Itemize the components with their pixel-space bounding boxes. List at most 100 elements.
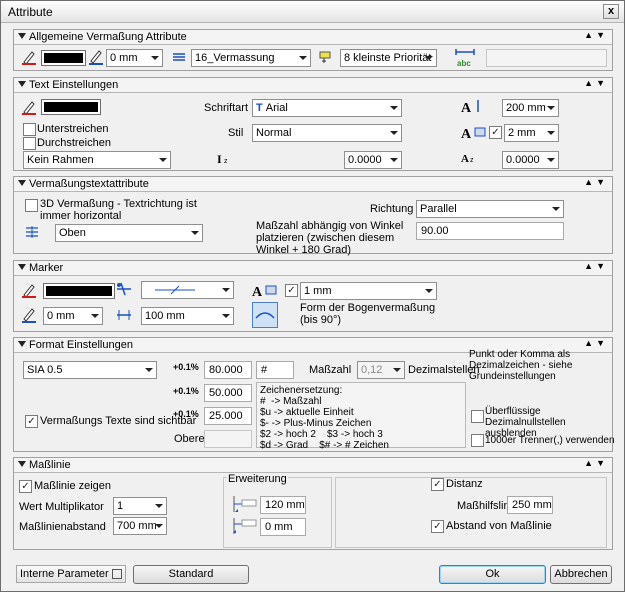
extension-label: Erweiterung [227,473,288,485]
panel-header[interactable]: Vermaßungstextattribute ▲▼ [14,177,612,192]
show-dimension-line-label: Maßlinie zeigen [34,480,112,492]
distance-from-line-label: Abstand von Maßlinie [446,520,552,532]
thousands-separator-label: 1000er Trenner(,) verwenden [485,435,615,446]
arc-dimension-icon[interactable] [252,302,278,328]
underline-checkbox[interactable] [23,123,36,136]
pen-color-icon [22,51,36,65]
collapse-arrow-icon[interactable] [18,180,26,186]
pen-color-swatch[interactable] [41,50,86,66]
frame-select[interactable]: Kein Rahmen [23,151,171,169]
italic-angle-select[interactable]: 0.0000 [344,151,402,169]
collapse-arrow-icon[interactable] [18,81,26,87]
distance-label: Maßlinienabstand [19,521,106,533]
marker-size-select[interactable]: 100 mm [141,307,234,325]
panel-allgemein: Allgemeine Vermaßung Attribute ▲▼ 0 mm 1… [13,29,613,71]
distanz-label: Distanz [446,478,483,490]
window-title: Attribute [8,5,53,19]
show-dimension-line-checkbox[interactable] [19,480,32,493]
decimals-select[interactable]: 0,12 [357,361,405,379]
texts-visible-checkbox[interactable] [25,415,38,428]
extension-end-icon [233,518,257,534]
close-button[interactable]: x [603,4,619,19]
marker-type-select[interactable] [141,281,234,299]
collapse-arrow-icon[interactable] [18,461,26,467]
priority-select[interactable]: 8 kleinste Priorität [340,49,437,67]
italic-angle-icon: Iz [217,152,228,165]
distance-from-line-checkbox[interactable] [431,520,444,533]
cancel-button[interactable]: Abbrechen [550,565,612,584]
masszahl-field[interactable]: # [256,361,294,379]
auxiliary-line-field[interactable]: 250 mm [507,496,553,514]
multiplier-select[interactable]: 1 [113,497,167,515]
text-color-swatch[interactable] [41,99,101,115]
extension-field-1[interactable]: 120 mm [260,496,306,514]
direction-label: Richtung [370,203,414,215]
collapse-arrow-icon[interactable] [18,264,26,270]
arc-dimension-label: Form der Bogenvermaßung (bis 90°) [300,302,436,326]
angle-field[interactable]: 90.00 [416,222,564,240]
layer-select[interactable]: 16_Vermassung [191,49,311,67]
text-abc-icon: abc [455,49,475,68]
hide-zeros-checkbox[interactable] [471,410,484,423]
ok-button[interactable]: Ok [439,565,546,584]
panel-title: Maßlinie [29,459,71,471]
panel-header[interactable]: Allgemeine Vermaßung Attribute ▲▼ [14,30,612,45]
distanz-checkbox[interactable] [431,478,444,491]
panel-move-icon[interactable]: ▲▼ [584,458,608,468]
text-width-select[interactable]: 2 mm [504,124,559,142]
font-select[interactable]: T Arial [252,99,402,117]
underline-label: Unterstreichen [37,123,109,135]
panel-format: Format Einstellungen ▲▼ SIA 0.5 Vermaßun… [13,337,615,452]
middle-value-field[interactable]: 50.000 [204,384,252,402]
obere-field[interactable] [204,430,252,448]
unit-select[interactable]: SIA 0.5 [23,361,157,379]
middle-index-icon: +0.1% [173,386,199,396]
text-height-select[interactable]: 200 mm [502,99,559,117]
panel-title: Allgemeine Vermaßung Attribute [29,31,187,43]
style-label: Stil [228,127,244,139]
direction-select[interactable]: Parallel [416,200,564,218]
masszahl-label: Maßzahl [309,364,352,376]
upper-value-field[interactable]: 80.000 [204,361,252,379]
thousands-separator-checkbox[interactable] [471,434,484,447]
strikethrough-label: Durchstreichen [37,137,111,149]
text-width-icon: A [461,127,486,140]
character-spacing-select[interactable]: 0.0000 [502,151,559,169]
attribute-dialog: Attribute x Allgemeine Vermaßung Attribu… [0,0,625,592]
marker-pen-width-select[interactable]: 0 mm [43,307,103,325]
panel-title: Marker [29,262,64,274]
angle-label: Maßzahl abhängig von Winkel platzieren (… [256,220,404,256]
marker-text-size-checkbox[interactable] [285,284,298,297]
title-bar: Attribute x [1,1,624,23]
panel-marker: Marker ▲▼ 0 mm 100 mm A 1 mm Form der Bo… [13,260,613,332]
extension-field-2[interactable]: 0 mm [260,518,306,536]
distance-select[interactable]: 700 mm [113,517,167,535]
text-pen-color-icon [22,101,36,115]
dimension-text-field[interactable] [486,49,607,67]
upper-index-icon: +0.1% [173,362,199,372]
internal-parameters-button[interactable]: Interne Parameter [16,565,126,583]
text-width-checkbox[interactable] [489,126,502,139]
strikethrough-checkbox[interactable] [23,137,36,150]
marker-color-swatch[interactable] [43,283,115,299]
3d-dimension-checkbox[interactable] [25,199,38,212]
panel-move-icon[interactable]: ▲▼ [584,78,608,88]
collapse-arrow-icon[interactable] [18,341,26,347]
panel-header[interactable]: Text Einstellungen ▲▼ [14,78,612,93]
panel-move-icon[interactable]: ▲▼ [584,338,608,348]
panel-move-icon[interactable]: ▲▼ [584,261,608,271]
panel-header[interactable]: Marker ▲▼ [14,261,612,276]
style-select[interactable]: Normal [252,124,402,142]
lower-value-field[interactable]: 25.000 [204,407,252,425]
panel-move-icon[interactable]: ▲▼ [584,30,608,40]
svg-text:A: A [461,127,472,140]
collapse-arrow-icon[interactable] [18,33,26,39]
pen-width-select[interactable]: 0 mm [106,49,163,67]
standard-button[interactable]: Standard [133,565,249,584]
text-position-select[interactable]: Oben [55,224,203,242]
decimal-hint: Punkt oder Komma als Dezimalzeichen - si… [469,349,573,382]
panel-move-icon[interactable]: ▲▼ [584,177,608,187]
panel-header[interactable]: Maßlinie ▲▼ [14,458,612,473]
marker-text-size-select[interactable]: 1 mm [300,282,437,300]
character-spacing-icon: Az [461,153,474,164]
